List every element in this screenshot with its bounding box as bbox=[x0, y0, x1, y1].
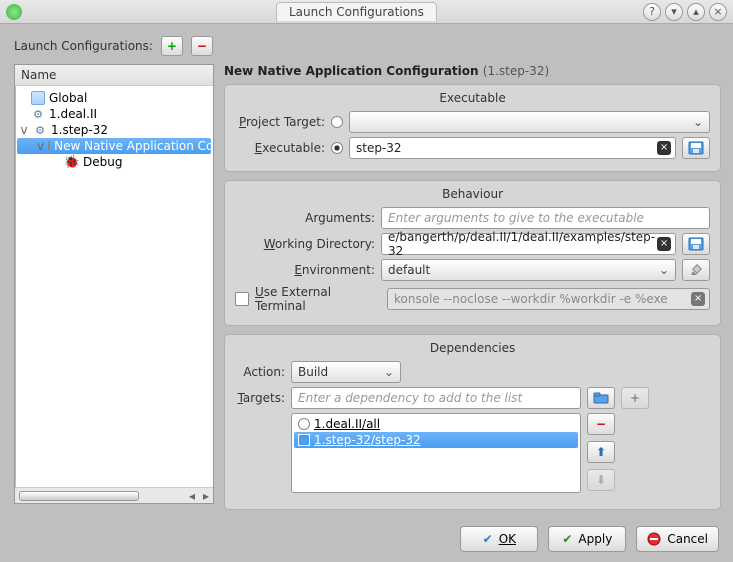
close-button[interactable]: × bbox=[709, 3, 727, 21]
radio-icon bbox=[48, 140, 50, 152]
add-target-button: + bbox=[621, 387, 649, 409]
executable-input[interactable]: step-32 × bbox=[349, 137, 676, 159]
list-item[interactable]: 1.deal.II/all bbox=[294, 416, 578, 432]
scroll-left-icon[interactable]: ◂ bbox=[185, 489, 199, 503]
chevron-down-icon: ⌄ bbox=[659, 263, 669, 277]
project-target-combo[interactable]: ⌄ bbox=[349, 111, 710, 133]
gear-icon: ⚙ bbox=[33, 123, 47, 137]
minimize-button[interactable]: ▾ bbox=[665, 3, 683, 21]
bug-icon: 🐞 bbox=[65, 155, 79, 169]
add-config-button[interactable]: + bbox=[161, 36, 183, 56]
action-combo[interactable]: Build ⌄ bbox=[291, 361, 401, 383]
move-down-button: ⬇ bbox=[587, 469, 615, 491]
gear-icon: ⚙ bbox=[31, 107, 45, 121]
clear-icon[interactable]: × bbox=[657, 141, 671, 155]
dialog-footer: ✔ OK ✔ Apply Cancel bbox=[14, 526, 719, 552]
scroll-right-icon[interactable]: ▸ bbox=[199, 489, 213, 503]
working-dir-label: Working Directory: bbox=[235, 237, 375, 251]
tree-item-native[interactable]: v New Native Application Configuration bbox=[17, 138, 211, 154]
environment-combo[interactable]: default ⌄ bbox=[381, 259, 676, 281]
external-terminal-checkbox[interactable] bbox=[235, 292, 249, 306]
project-target-label: Project Target: bbox=[235, 115, 325, 129]
targets-input[interactable]: Enter a dependency to add to the list bbox=[291, 387, 581, 409]
working-dir-input[interactable]: e/bangerth/p/deal.II/1/deal.II/examples/… bbox=[381, 233, 676, 255]
titlebar: Launch Configurations ? ▾ ▴ × bbox=[0, 0, 733, 24]
move-up-button[interactable]: ⬆ bbox=[587, 441, 615, 463]
chevron-down-icon: ⌄ bbox=[384, 365, 394, 379]
target-icon bbox=[298, 434, 310, 446]
cancel-icon bbox=[647, 532, 661, 546]
clear-icon: × bbox=[691, 292, 705, 306]
dependencies-title: Dependencies bbox=[235, 341, 710, 355]
launch-configs-label: Launch Configurations: bbox=[14, 39, 153, 53]
browse-target-button[interactable] bbox=[587, 387, 615, 409]
arguments-label: Arguments: bbox=[235, 211, 375, 225]
save-button[interactable] bbox=[682, 137, 710, 159]
check-icon: ✔ bbox=[562, 532, 572, 546]
cancel-button[interactable]: Cancel bbox=[636, 526, 719, 552]
behaviour-title: Behaviour bbox=[235, 187, 710, 201]
arguments-input[interactable]: Enter arguments to give to the executabl… bbox=[381, 207, 710, 229]
folder-icon bbox=[31, 91, 45, 105]
scrollbar-thumb[interactable] bbox=[19, 491, 139, 501]
tree-item-debug[interactable]: 🐞 Debug bbox=[17, 154, 211, 170]
config-tree[interactable]: Name Global ⚙ 1.deal.II v ⚙ 1.step-32 v bbox=[14, 64, 214, 504]
tree-header-name: Name bbox=[15, 65, 213, 86]
clear-icon[interactable]: × bbox=[657, 237, 671, 251]
executable-label: Executable: bbox=[235, 141, 325, 155]
apply-button[interactable]: ✔ Apply bbox=[548, 526, 626, 552]
help-button[interactable]: ? bbox=[643, 3, 661, 21]
action-label: Action: bbox=[235, 365, 285, 379]
executable-radio[interactable] bbox=[331, 142, 343, 154]
external-terminal-label: Use External Terminal bbox=[255, 285, 381, 313]
project-target-radio[interactable] bbox=[331, 116, 343, 128]
env-edit-button[interactable] bbox=[682, 259, 710, 281]
tree-item-step32[interactable]: v ⚙ 1.step-32 bbox=[17, 122, 211, 138]
tree-hscrollbar[interactable]: ◂ ▸ bbox=[15, 487, 213, 503]
app-icon bbox=[6, 4, 22, 20]
tree-item-global[interactable]: Global bbox=[17, 90, 211, 106]
ok-button[interactable]: ✔ OK bbox=[460, 526, 538, 552]
expand-icon[interactable]: v bbox=[19, 123, 29, 137]
list-item[interactable]: 1.step-32/step-32 bbox=[294, 432, 578, 448]
external-terminal-input: konsole --noclose --workdir %workdir -e … bbox=[387, 288, 710, 310]
dependencies-panel: Dependencies Action: Build ⌄ Targets: En… bbox=[224, 334, 721, 510]
chevron-down-icon: ⌄ bbox=[693, 115, 703, 129]
executable-title: Executable bbox=[235, 91, 710, 105]
radio-icon bbox=[298, 418, 310, 430]
tree-item-deal[interactable]: ⚙ 1.deal.II bbox=[17, 106, 211, 122]
title-tab: Launch Configurations bbox=[276, 2, 437, 21]
maximize-button[interactable]: ▴ bbox=[687, 3, 705, 21]
page-title: New Native Application Configuration (1.… bbox=[224, 64, 721, 78]
check-icon: ✔ bbox=[483, 532, 493, 546]
executable-panel: Executable Project Target: ⌄ Executable:… bbox=[224, 84, 721, 172]
expand-icon[interactable]: v bbox=[37, 139, 44, 153]
targets-list[interactable]: 1.deal.II/all 1.step-32/step-32 bbox=[291, 413, 581, 493]
targets-label: Targets: bbox=[235, 387, 285, 405]
remove-target-button[interactable]: − bbox=[587, 413, 615, 435]
remove-config-button[interactable]: − bbox=[191, 36, 213, 56]
behaviour-panel: Behaviour Arguments: Enter arguments to … bbox=[224, 180, 721, 326]
save-button[interactable] bbox=[682, 233, 710, 255]
environment-label: Environment: bbox=[235, 263, 375, 277]
